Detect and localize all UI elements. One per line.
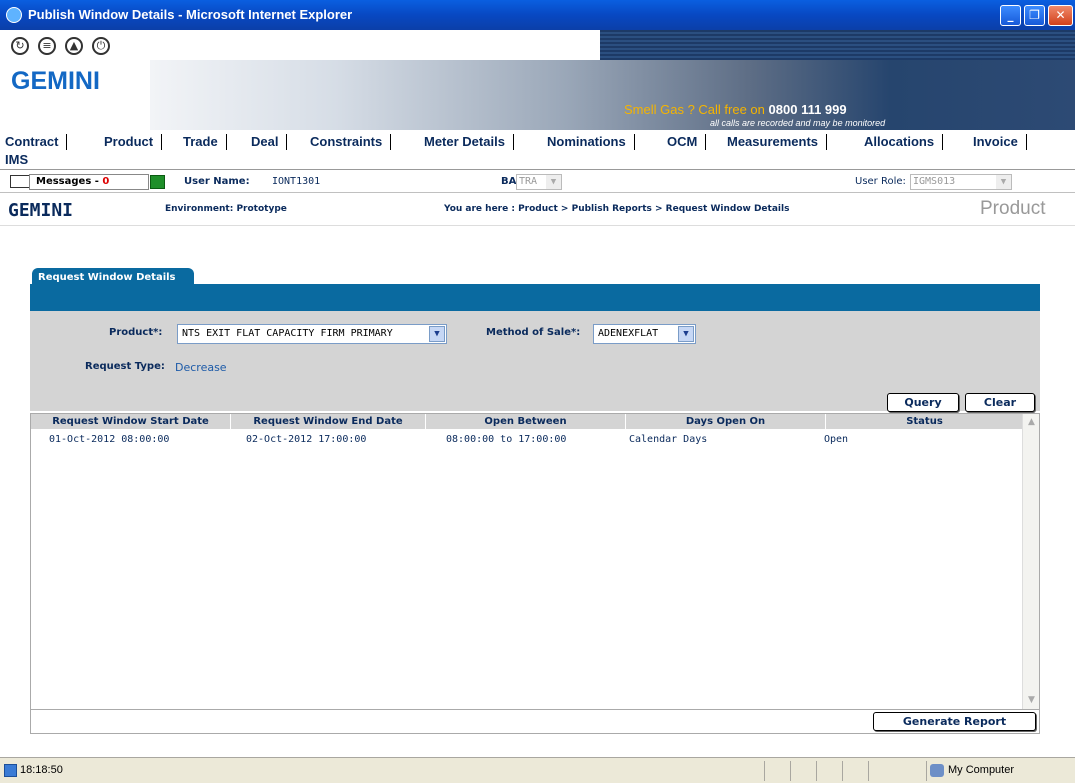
method-of-sale-select[interactable]: ADENEXFLAT ▼ [593,324,696,344]
envelope-icon[interactable] [10,175,30,188]
promo-text: Smell Gas ? Call free on [624,102,765,117]
column-header-start-date: Request Window Start Date [31,414,231,429]
section-title: Product [980,198,1046,219]
messages-link[interactable]: Messages - 0 [36,176,109,187]
status-pane [842,761,843,781]
filter-panel: Product*: NTS EXIT FLAT CAPACITY FIRM PR… [30,311,1040,412]
nav-nominations[interactable]: Nominations [547,134,635,150]
method-of-sale-label: Method of Sale*: [486,327,581,338]
page-icon [4,764,17,777]
gemini-logo: GEMINI [11,67,100,95]
minimize-button[interactable]: _ [1000,5,1021,26]
request-type-value: Decrease [175,361,227,374]
product-label: Product*: [109,327,163,338]
tab-request-window-details[interactable]: Request Window Details [32,268,194,288]
status-pane [926,761,927,781]
promo-number: 0800 111 999 [768,102,847,117]
window-title-bar[interactable]: Publish Window Details - Microsoft Inter… [0,0,1075,30]
cell-start-date: 01-Oct-2012 08:00:00 [49,434,170,445]
scroll-down-icon[interactable]: ▼ [1024,693,1039,708]
nav-invoice[interactable]: Invoice [973,134,1027,150]
query-button[interactable]: Query [887,393,959,412]
request-type-label: Request Type: [85,361,165,372]
print-icon[interactable]: ≡ [38,37,56,55]
nav-meter-details[interactable]: Meter Details [424,134,514,150]
nav-ocm[interactable]: OCM [667,134,707,150]
nav-constraints[interactable]: Constraints [310,134,392,150]
role-value: IGMS013 [913,176,956,187]
product-value: NTS EXIT FLAT CAPACITY FIRM PRIMARY [182,328,393,339]
refresh-icon[interactable]: ↻ [11,37,29,55]
gemini-banner: ↻ ≡ ▲ ⏻ GEMINI Smell Gas ? Call free on … [0,30,1075,130]
security-zone: My Computer [948,764,1015,776]
method-of-sale-value: ADENEXFLAT [598,328,659,339]
window-title: Publish Window Details - Microsoft Inter… [28,7,353,22]
nav-trade[interactable]: Trade [183,134,227,150]
status-pane [790,761,791,781]
internet-explorer-icon [6,7,22,23]
main-navigation: Contract Product Trade Deal Constraints … [0,130,1075,170]
column-header-end-date: Request Window End Date [231,414,426,429]
column-header-open-between: Open Between [426,414,626,429]
column-header-status: Status [906,416,943,427]
status-pane [816,761,817,781]
banner-photo-strip [150,60,1075,130]
user-info-bar: Messages - 0 User Name: IONT1301 BA: TRA… [0,172,1075,193]
tab-bar [30,284,1040,311]
nav-ims[interactable]: IMS [5,152,36,168]
restore-button[interactable]: ❐ [1024,5,1045,26]
chevron-down-icon: ▼ [996,175,1011,189]
chevron-down-icon: ▼ [546,175,561,189]
messages-count: 0 [102,176,110,187]
nav-deal[interactable]: Deal [251,134,288,150]
role-select: IGMS013 ▼ [910,174,1012,190]
computer-icon [930,764,944,777]
table-header: Request Window Start Date Request Window… [31,414,1023,429]
status-pane [868,761,869,781]
status-time: 18:18:50 [20,764,63,776]
messages-label: Messages - [36,176,103,187]
product-select[interactable]: NTS EXIT FLAT CAPACITY FIRM PRIMARY ▼ [177,324,447,344]
nav-product[interactable]: Product [104,134,163,150]
clear-button[interactable]: Clear [965,393,1035,412]
logout-icon[interactable]: ⏻ [92,37,110,55]
banner-top-stripe [600,30,1075,60]
cell-status: Open [824,434,849,445]
browser-status-bar: 18:18:50 My Computer [0,757,1075,783]
cell-days-open-on: Calendar Days [629,434,708,445]
chevron-down-icon[interactable]: ▼ [429,326,445,342]
nav-contract[interactable]: Contract [5,134,68,150]
role-label: User Role: [855,176,906,187]
promo-subtext: all calls are recorded and may be monito… [710,118,886,128]
results-table: Request Window Start Date Request Window… [30,413,1040,710]
page-header: GEMINI Environment: Prototype You are he… [0,196,1075,226]
generate-report-button[interactable]: Generate Report [873,712,1036,731]
table-footer: Generate Report [30,710,1040,734]
gemini-brand: GEMINI [8,200,74,221]
column-header-days-open-on: Days Open On [626,414,826,429]
cell-open-between: 08:00:00 to 17:00:00 [446,434,567,445]
cell-end-date: 02-Oct-2012 17:00:00 [246,434,367,445]
table-scrollbar[interactable]: ▲ ▼ [1022,414,1039,709]
environment-label: Environment: Prototype [165,204,287,214]
status-green-icon [150,175,165,189]
scroll-up-icon[interactable]: ▲ [1024,415,1039,430]
breadcrumb: You are here : Product > Publish Reports… [444,204,790,214]
nav-allocations[interactable]: Allocations [864,134,944,150]
gas-emergency-promo: Smell Gas ? Call free on 0800 111 999 [624,102,847,117]
chevron-down-icon[interactable]: ▼ [678,326,694,342]
home-icon[interactable]: ▲ [65,37,83,55]
status-pane [764,761,765,781]
username-label: User Name: [184,176,250,187]
username-value: IONT1301 [272,176,321,187]
ba-select: TRA ▼ [516,174,562,190]
nav-measurements[interactable]: Measurements [727,134,828,150]
ba-value: TRA [519,176,538,187]
close-button[interactable]: ✕ [1048,5,1073,26]
